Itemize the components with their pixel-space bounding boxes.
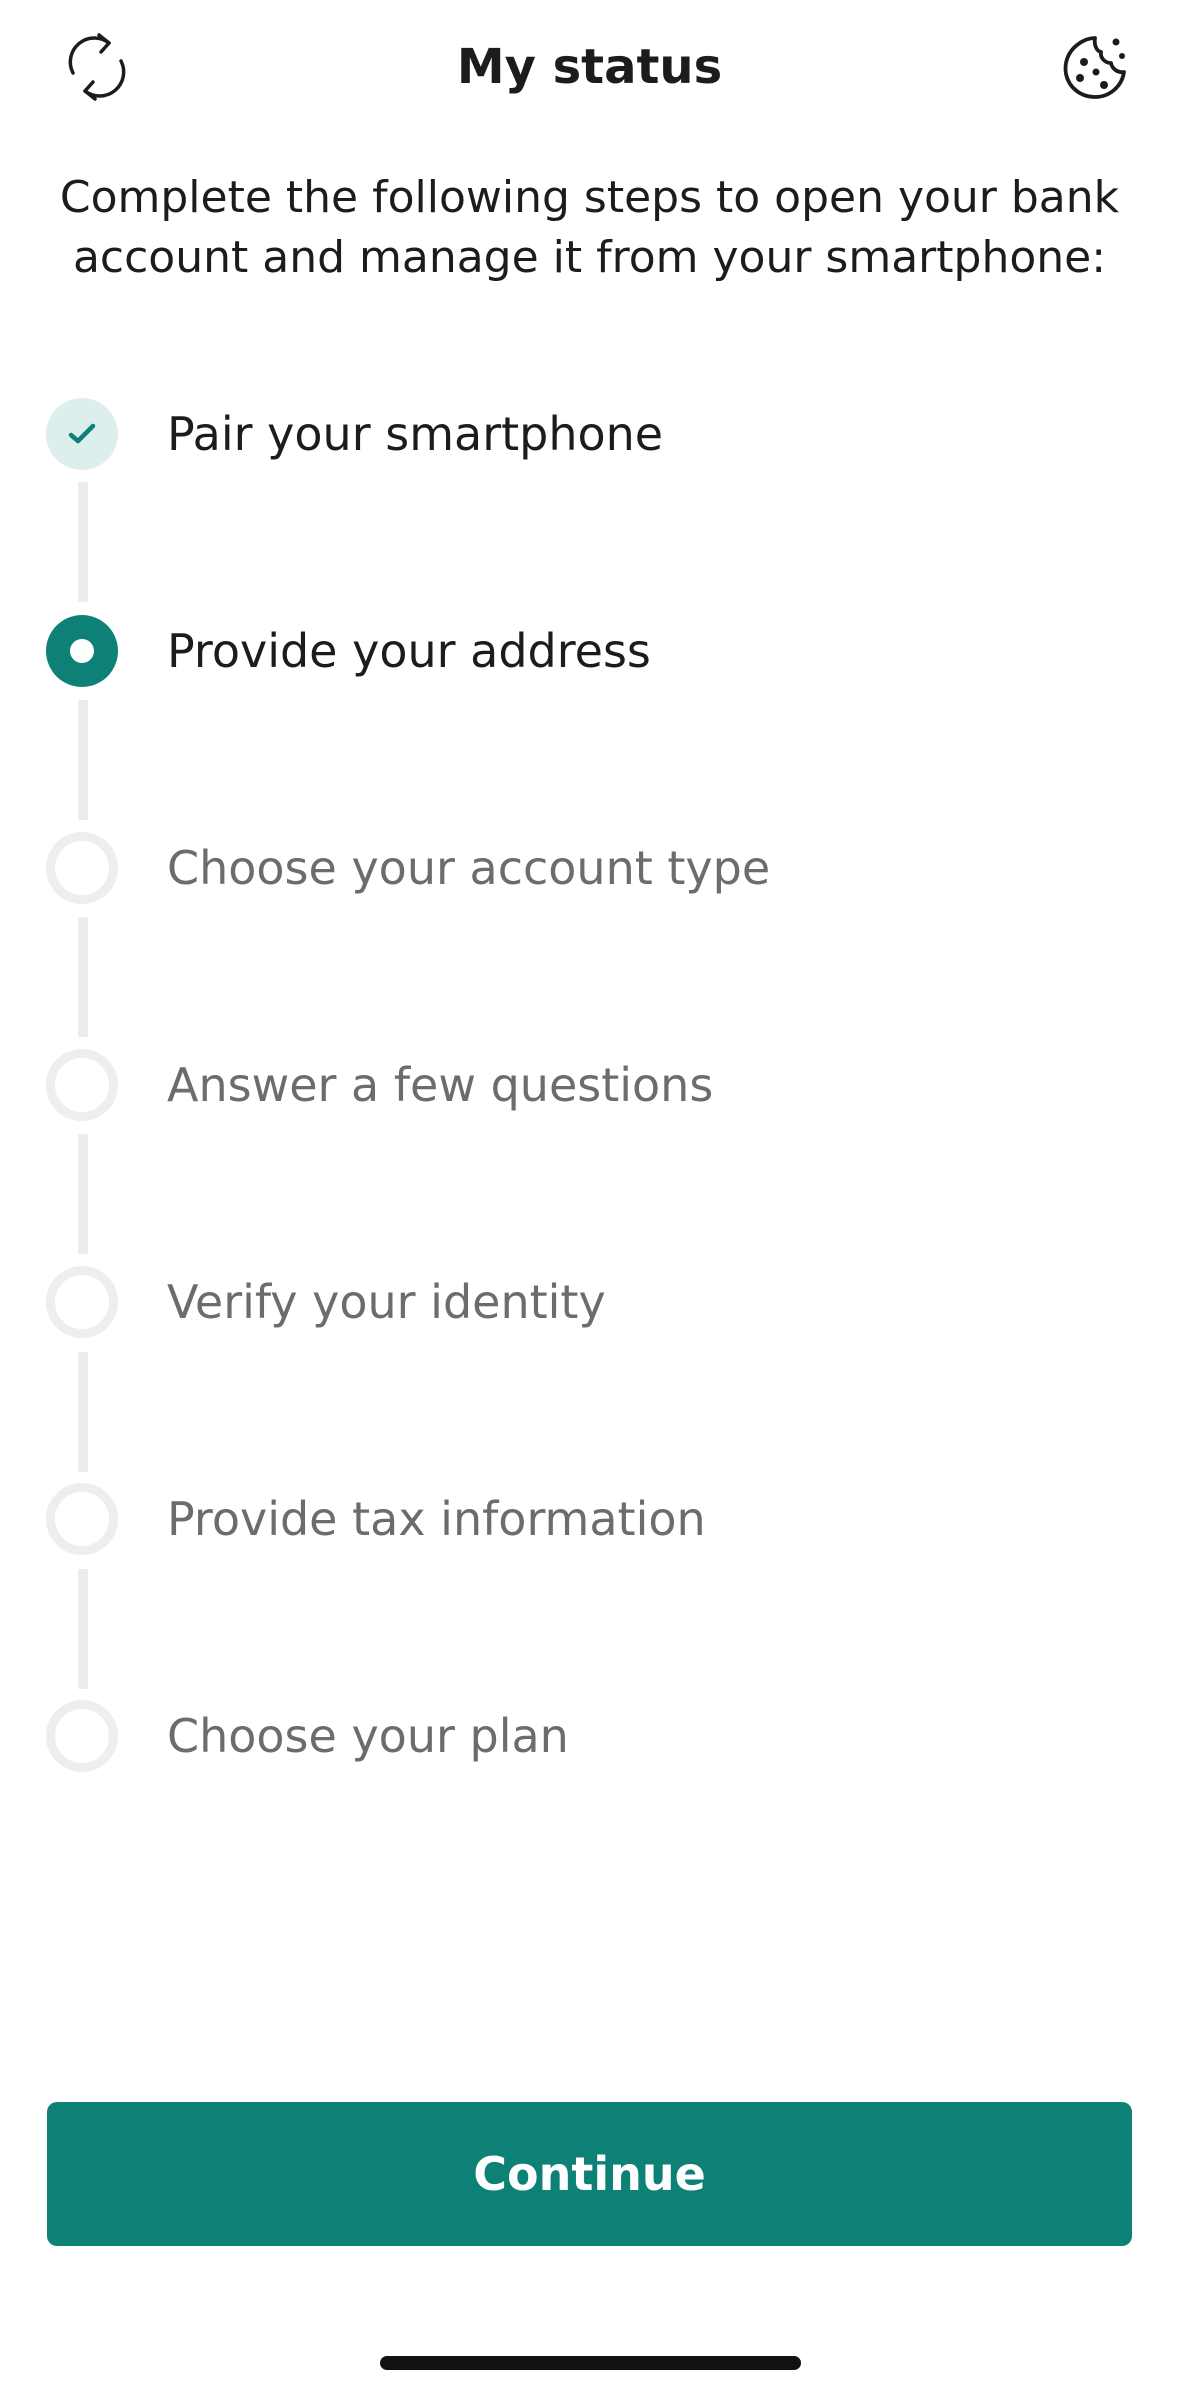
step-connector <box>78 1569 88 1689</box>
step-connector <box>78 917 88 1037</box>
check-icon <box>68 423 96 444</box>
step-tax-information[interactable]: Provide tax information <box>0 1468 1179 1568</box>
step-verify-identity[interactable]: Verify your identity <box>0 1251 1179 1351</box>
continue-button[interactable]: Continue <box>47 2102 1132 2246</box>
step-questions[interactable]: Answer a few questions <box>0 1034 1179 1134</box>
step-pair-smartphone[interactable]: Pair your smartphone <box>0 383 1179 483</box>
step-label: Pair your smartphone <box>167 407 664 461</box>
step-done-marker <box>46 398 118 470</box>
step-list: Pair your smartphone Provide your addres… <box>0 0 1179 1800</box>
step-label: Provide your address <box>167 624 651 678</box>
step-label: Answer a few questions <box>167 1058 714 1112</box>
step-label: Choose your account type <box>167 841 771 895</box>
step-provide-address[interactable]: Provide your address <box>0 600 1179 700</box>
step-current-marker <box>46 615 118 687</box>
step-pending-marker <box>46 832 118 904</box>
step-connector <box>78 700 88 820</box>
step-account-type[interactable]: Choose your account type <box>0 817 1179 917</box>
step-pending-marker <box>46 1483 118 1555</box>
step-connector <box>78 1134 88 1254</box>
step-label: Provide tax information <box>167 1492 706 1546</box>
step-connector <box>78 1352 88 1472</box>
step-label: Choose your plan <box>167 1709 569 1763</box>
step-label: Verify your identity <box>167 1275 606 1329</box>
step-pending-marker <box>46 1266 118 1338</box>
home-indicator[interactable] <box>380 2356 801 2370</box>
step-connector <box>78 482 88 602</box>
step-pending-marker <box>46 1700 118 1772</box>
step-choose-plan[interactable]: Choose your plan <box>0 1685 1179 1785</box>
step-pending-marker <box>46 1049 118 1121</box>
